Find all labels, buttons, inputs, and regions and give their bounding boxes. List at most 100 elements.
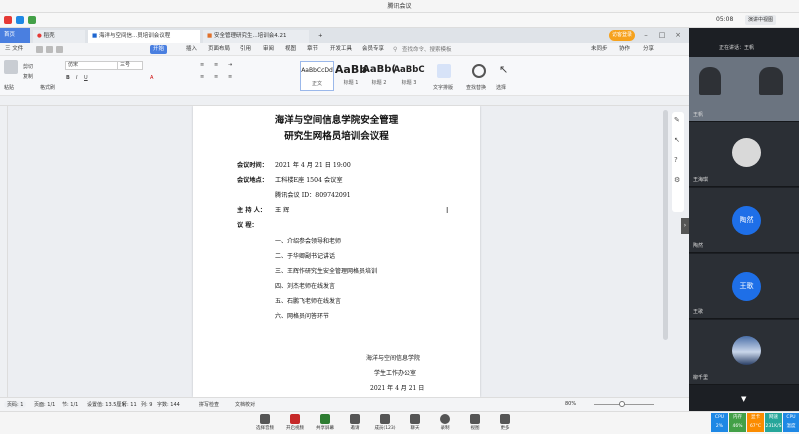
tencent-meeting-id: 腾讯会议 ID：809742091 xyxy=(275,192,351,199)
participant-tile[interactable]: 柳千里 xyxy=(689,320,799,385)
edit-icon[interactable]: ✎ xyxy=(674,116,680,124)
tab-training-doc[interactable]: ■ 安全管理研究生...培训会4.21 xyxy=(203,30,309,43)
menu-dev-tools[interactable]: 开发工具 xyxy=(327,45,355,54)
audio-button[interactable]: 选择音频 xyxy=(250,414,280,431)
undo-icon[interactable] xyxy=(56,46,63,53)
view-mode-button[interactable]: 演讲中视图 xyxy=(745,15,777,25)
meeting-time-label: 会议时间： xyxy=(237,162,268,169)
cpu-stat-label: CPU xyxy=(714,415,725,420)
collaborate-button[interactable]: 协作 xyxy=(616,45,633,54)
indent-icon[interactable]: ⇥ xyxy=(228,62,232,68)
document-page[interactable]: 海洋与空间信息学院安全管理 研究生网格员培训会议程 会议时间： 2021 年 4… xyxy=(193,106,480,397)
wps-window: 首页 ● 稻壳 ■ 海洋与空间信...员培训会议程 ■ 安全管理研究生...培训… xyxy=(0,28,689,411)
print-icon[interactable] xyxy=(46,46,53,53)
proofread-button[interactable]: 文档校对 xyxy=(235,401,255,408)
format-painter-button[interactable]: 格式刷 xyxy=(40,84,55,91)
shield-icon[interactable] xyxy=(16,16,24,24)
tab-docer[interactable]: ● 稻壳 xyxy=(33,30,85,43)
menu-chapter[interactable]: 章节 xyxy=(304,45,321,54)
align-left-icon[interactable]: ≡ xyxy=(200,74,204,80)
find-replace-icon[interactable] xyxy=(472,64,486,78)
more-label: 更多 xyxy=(500,426,510,431)
menu-reference[interactable]: 引用 xyxy=(237,45,254,54)
participant-tile[interactable]: 王海琪 xyxy=(689,122,799,187)
paste-icon[interactable] xyxy=(4,60,18,74)
style-normal-sample: AaBbCcDd xyxy=(301,67,333,74)
bold-button[interactable]: B xyxy=(66,75,70,81)
text-layout-icon[interactable] xyxy=(437,64,451,78)
participant-tile[interactable]: 王帆 xyxy=(689,57,799,122)
word-count-status[interactable]: 字数: 144 xyxy=(157,401,180,408)
font-color-button[interactable]: A xyxy=(150,75,153,81)
invite-button[interactable]: 邀请 xyxy=(340,414,370,431)
collapse-panel-button[interactable]: › xyxy=(681,218,689,234)
style-heading-2[interactable]: AaBb( 标题 2 xyxy=(362,61,396,91)
minimize-icon[interactable]: – xyxy=(641,31,651,40)
select-label[interactable]: 选择 xyxy=(496,84,506,91)
italic-button[interactable]: I xyxy=(76,75,77,81)
cpu-temp-value: 温度 xyxy=(786,424,796,429)
vertical-scrollbar[interactable] xyxy=(663,110,668,340)
maximize-icon[interactable]: □ xyxy=(657,31,667,40)
chat-button[interactable]: 聊天 xyxy=(400,414,430,431)
agenda-item: 六、网格员问答环节 xyxy=(275,313,330,320)
zoom-slider-handle[interactable] xyxy=(619,401,625,407)
tab-agenda-doc[interactable]: ■ 海洋与空间信...员培训会议程 xyxy=(88,30,200,43)
vertical-ruler[interactable] xyxy=(0,106,8,397)
video-button[interactable]: 开启视频 xyxy=(280,414,310,431)
font-name-select[interactable]: 仿宋 xyxy=(65,61,125,70)
menu-page-layout[interactable]: 页面布局 xyxy=(205,45,233,54)
select-tool-icon[interactable]: ↖ xyxy=(674,136,680,144)
list-icon[interactable]: ≡ xyxy=(200,62,204,68)
settings-icon[interactable]: ⚙ xyxy=(674,176,680,184)
style-h3-name: 标题 3 xyxy=(401,80,417,86)
save-icon[interactable] xyxy=(36,46,43,53)
paste-label[interactable]: 粘贴 xyxy=(4,84,14,91)
numbered-list-icon[interactable]: ≡ xyxy=(214,62,218,68)
spell-check-button[interactable]: 拼写检查 xyxy=(199,401,219,408)
chevron-down-icon[interactable]: ▼ xyxy=(741,395,746,403)
font-size-select[interactable]: 三号 xyxy=(117,61,143,70)
participant-tile[interactable]: 王歌 王歌 xyxy=(689,254,799,319)
page-number-status[interactable]: 页码: 1 xyxy=(4,401,27,408)
setting-status: 设置值: 13.5厘米 xyxy=(87,402,127,408)
copy-button[interactable]: 复制 xyxy=(23,73,33,80)
cpu-temp-label: CPU xyxy=(786,415,796,420)
share-screen-button[interactable]: 共享屏幕 xyxy=(310,414,340,431)
find-replace-label[interactable]: 查找替换 xyxy=(466,84,486,91)
style-heading-3[interactable]: AaBbC 标题 3 xyxy=(392,61,426,91)
close-icon[interactable]: × xyxy=(673,31,683,40)
zoom-level[interactable]: 80% xyxy=(565,401,576,407)
share-button[interactable]: 分享 xyxy=(640,45,657,54)
text-layout-label[interactable]: 文字排版 xyxy=(433,84,453,91)
align-center-icon[interactable]: ≡ xyxy=(214,74,218,80)
command-search-input[interactable] xyxy=(402,44,482,55)
menu-insert[interactable]: 插入 xyxy=(183,45,200,54)
cut-button[interactable]: 剪切 xyxy=(23,63,33,70)
help-icon[interactable]: ? xyxy=(674,156,678,164)
view-button[interactable]: 视图 xyxy=(460,414,490,431)
tab-home[interactable]: 首页 xyxy=(0,28,30,43)
menu-review[interactable]: 审阅 xyxy=(260,45,277,54)
menu-file[interactable]: 三 文件 xyxy=(2,45,26,54)
camera-off-icon xyxy=(290,414,300,424)
record-button[interactable]: 录制 xyxy=(430,414,460,431)
horizontal-ruler[interactable] xyxy=(0,96,689,106)
new-tab-button[interactable]: + xyxy=(314,30,326,43)
members-button[interactable]: 成员(123) xyxy=(370,414,400,431)
guest-login-button[interactable]: 访客登录 xyxy=(609,30,635,41)
participant-name: 王歌 xyxy=(693,309,704,315)
align-right-icon[interactable]: ≡ xyxy=(228,74,232,80)
participant-tile[interactable]: 陶然 陶然 xyxy=(689,188,799,253)
underline-button[interactable]: U xyxy=(84,75,88,81)
side-tool-panel: ✎ ↖ ? ⚙ xyxy=(672,112,684,212)
menu-view[interactable]: 视图 xyxy=(282,45,299,54)
signal-icon xyxy=(28,16,36,24)
menu-member[interactable]: 会员专享 xyxy=(359,45,387,54)
video-label: 开启视频 xyxy=(286,426,304,431)
more-button[interactable]: 更多 xyxy=(490,414,520,431)
style-normal[interactable]: AaBbCcDd 正文 xyxy=(300,61,334,91)
select-cursor-icon[interactable]: ↖ xyxy=(499,63,508,76)
sync-status[interactable]: 未同步 xyxy=(588,45,611,54)
menu-start[interactable]: 开始 xyxy=(150,45,168,54)
